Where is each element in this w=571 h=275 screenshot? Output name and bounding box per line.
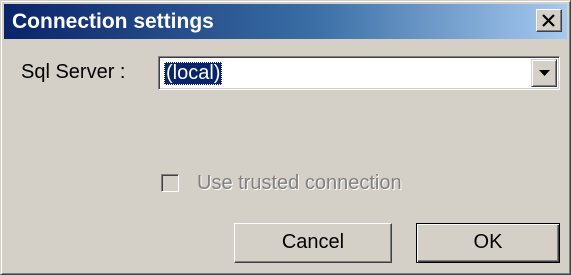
trusted-connection-label: Use trusted connection bbox=[197, 172, 402, 194]
sql-server-label: Sql Server : bbox=[21, 61, 126, 83]
sql-server-selected-value[interactable]: (local) bbox=[164, 62, 223, 85]
chevron-down-icon bbox=[539, 70, 550, 76]
ok-button[interactable]: OK bbox=[416, 223, 560, 263]
cancel-button[interactable]: Cancel bbox=[234, 223, 392, 263]
sql-server-combobox[interactable]: (local) bbox=[158, 56, 560, 90]
connection-settings-dialog: Connection settings Sql Server : (local)… bbox=[0, 0, 571, 275]
dialog-title: Connection settings bbox=[12, 10, 214, 33]
close-icon bbox=[542, 14, 555, 27]
sql-server-dropdown-button[interactable] bbox=[531, 59, 557, 87]
close-button[interactable] bbox=[536, 9, 562, 32]
checkbox-box[interactable] bbox=[161, 174, 179, 192]
title-bar[interactable]: Connection settings bbox=[4, 4, 567, 39]
